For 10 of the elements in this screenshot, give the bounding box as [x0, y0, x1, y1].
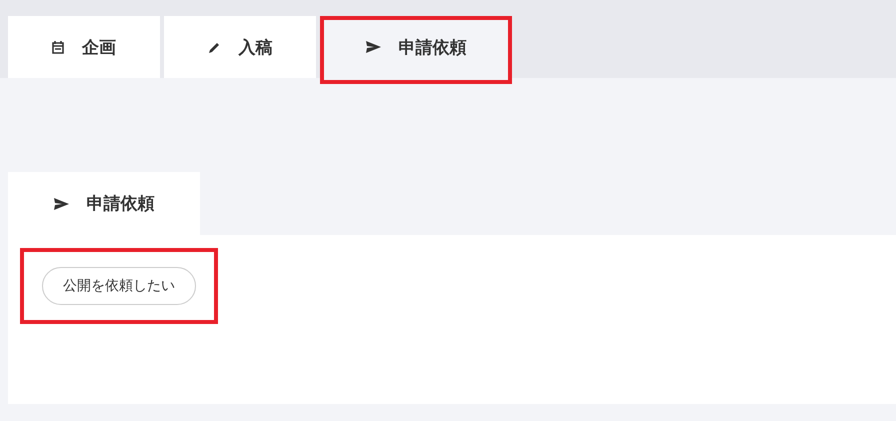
send-icon	[54, 198, 68, 210]
section-tab-label: 申請依頼	[86, 193, 154, 215]
calendar-icon	[52, 40, 64, 54]
pencil-icon	[208, 40, 220, 54]
request-publish-button[interactable]: 公開を依頼したい	[42, 267, 196, 305]
send-icon	[366, 41, 380, 53]
tab[interactable]: 申請依頼	[320, 16, 512, 84]
section-tab[interactable]: 申請依頼	[8, 172, 200, 235]
tab[interactable]: 入稿	[164, 16, 316, 78]
tab[interactable]: 企画	[8, 16, 160, 78]
